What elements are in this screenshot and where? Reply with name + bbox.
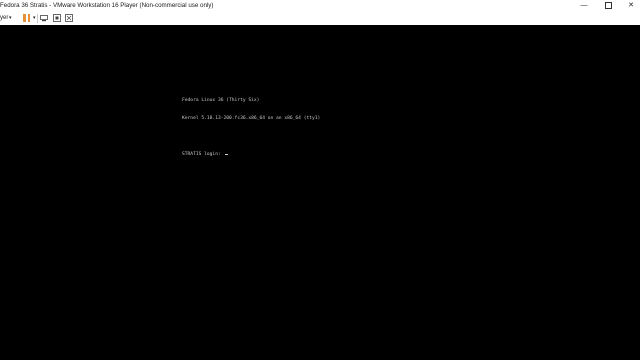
terminal-output: Fedora Linux 36 (Thirty Six) Kernel 5.18… [182,86,320,170]
maximize-icon [604,1,612,9]
login-prompt: STRATIS login: [182,152,224,157]
maximize-button[interactable] [597,0,619,11]
login-prompt-line[interactable]: STRATIS login: [182,152,320,158]
kernel-line: Kernel 5.18.13-200.fc36.x86_64 on an x86… [182,116,321,121]
minimize-button[interactable]: — [573,0,595,11]
pause-button[interactable] [23,14,31,22]
vm-console-screen[interactable]: Fedora Linux 36 (Thirty Six) Kernel 5.18… [0,25,640,360]
fullscreen-icon[interactable] [65,14,73,22]
send-ctrl-alt-del-icon[interactable] [40,14,48,22]
vmware-toolbar: yer ▾ ▾ [0,11,640,26]
close-button[interactable]: ✕ [620,0,640,11]
window-title-bar: Fedora 36 Stratis - VMware Workstation 1… [0,0,640,11]
pause-icon-bar [23,14,26,22]
toolbar-divider [37,14,38,23]
removable-devices-icon[interactable] [53,14,61,22]
power-options-caret-icon[interactable]: ▾ [33,11,36,25]
os-release-line: Fedora Linux 36 (Thirty Six) [182,98,260,103]
player-menu-caret-icon[interactable]: ▾ [9,11,12,25]
text-cursor [224,154,228,155]
window-title: Fedora 36 Stratis - VMware Workstation 1… [0,2,214,9]
player-menu[interactable]: yer [0,11,8,25]
pause-icon-bar [27,14,30,22]
